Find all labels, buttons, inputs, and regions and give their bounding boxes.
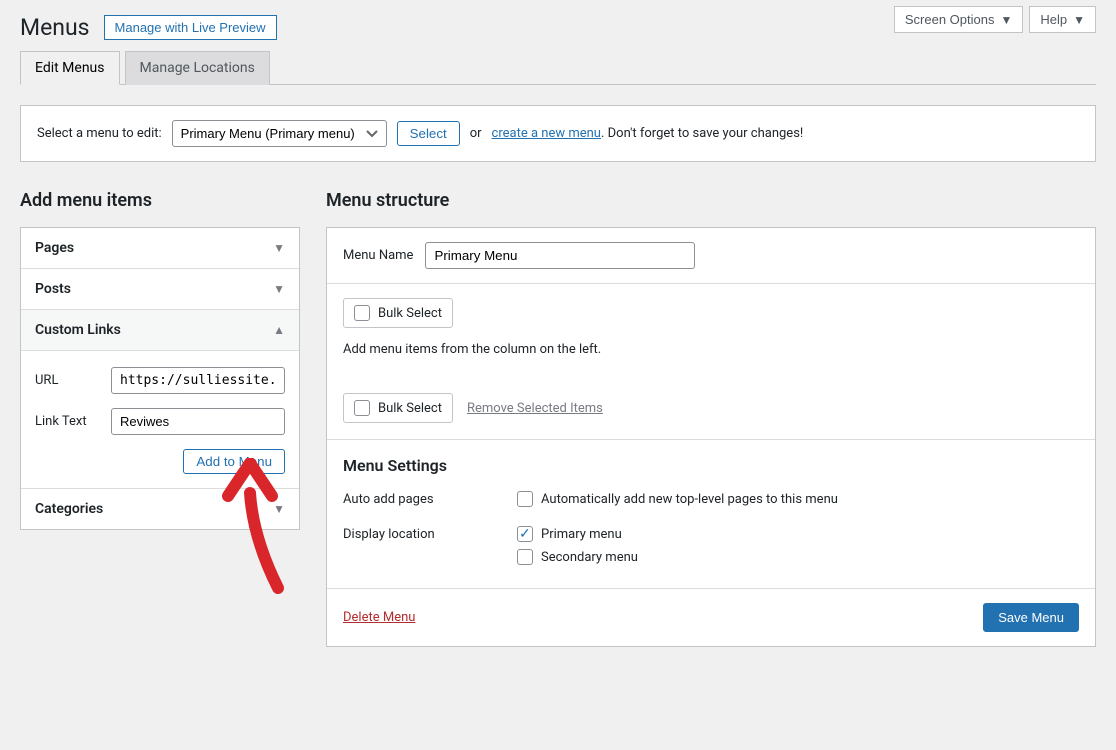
secondary-menu-checkbox[interactable] xyxy=(517,549,533,565)
bulk-select-label: Bulk Select xyxy=(378,306,442,321)
nav-tabs: Edit Menus Manage Locations xyxy=(20,51,1096,85)
accordion-categories-label: Categories xyxy=(35,501,103,517)
add-to-menu-button[interactable]: Add to Menu xyxy=(183,449,285,474)
auto-add-row: Auto add pages Automatically add new top… xyxy=(327,487,1095,522)
menu-settings-heading: Menu Settings xyxy=(327,440,1095,487)
primary-menu-label: Primary menu xyxy=(541,527,622,542)
custom-links-body: URL Link Text Add to Menu xyxy=(21,350,299,488)
bulk-select-checkbox-bottom[interactable] xyxy=(354,400,370,416)
chevron-down-icon: ▼ xyxy=(1073,13,1085,27)
link-text-input[interactable] xyxy=(111,408,285,435)
auto-add-label: Auto add pages xyxy=(343,491,517,514)
url-label: URL xyxy=(35,373,111,388)
auto-add-check-row[interactable]: Automatically add new top-level pages to… xyxy=(517,491,1079,507)
chevron-down-icon: ▼ xyxy=(273,502,285,516)
accordion-posts[interactable]: Posts ▼ xyxy=(21,269,299,310)
remove-selected-link: Remove Selected Items xyxy=(467,401,603,416)
menu-structure-column: Menu structure Menu Name Bulk Select Add… xyxy=(326,190,1096,647)
tab-manage-locations[interactable]: Manage Locations xyxy=(125,51,270,85)
url-input[interactable] xyxy=(111,367,285,394)
menu-select-bar: Select a menu to edit: Primary Menu (Pri… xyxy=(20,105,1096,162)
secondary-menu-check-row[interactable]: Secondary menu xyxy=(517,549,1079,565)
bulk-select-bottom[interactable]: Bulk Select xyxy=(343,393,453,423)
page-title: Menus xyxy=(20,14,90,41)
menu-structure-heading: Menu structure xyxy=(326,190,1096,211)
add-menu-items-heading: Add menu items xyxy=(20,190,300,211)
accordion-categories[interactable]: Categories ▼ xyxy=(21,489,299,529)
primary-menu-checkbox[interactable] xyxy=(517,526,533,542)
tab-edit-menus[interactable]: Edit Menus xyxy=(20,51,120,85)
chevron-down-icon: ▼ xyxy=(273,241,285,255)
screen-options-label: Screen Options xyxy=(905,12,995,27)
create-new-menu-link[interactable]: create a new menu xyxy=(492,126,601,141)
add-menu-items-column: Add menu items Pages ▼ Posts ▼ Custom Li… xyxy=(20,190,300,647)
menu-name-input[interactable] xyxy=(425,242,695,269)
chevron-down-icon: ▼ xyxy=(1000,13,1012,27)
display-location-label: Display location xyxy=(343,526,517,572)
bulk-select-checkbox[interactable] xyxy=(354,305,370,321)
display-location-row: Display location Primary menu Secondary … xyxy=(327,522,1095,588)
accordion-pages[interactable]: Pages ▼ xyxy=(21,228,299,269)
top-actions: Screen Options ▼ Help ▼ xyxy=(894,6,1096,33)
menu-name-label: Menu Name xyxy=(343,248,413,263)
link-text-label: Link Text xyxy=(35,414,111,429)
bulk-bar-top: Bulk Select xyxy=(327,284,1095,336)
secondary-menu-label: Secondary menu xyxy=(541,550,638,565)
url-row: URL xyxy=(35,367,285,394)
accordion-custom-links: Custom Links ▲ URL Link Text Add to Menu xyxy=(21,310,299,489)
help-label: Help xyxy=(1040,12,1067,27)
accordion-pages-label: Pages xyxy=(35,240,74,256)
live-preview-button[interactable]: Manage with Live Preview xyxy=(104,15,277,40)
save-reminder: . Don't forget to save your changes! xyxy=(601,126,803,141)
accordion-custom-links-header[interactable]: Custom Links ▲ xyxy=(21,310,299,350)
instructions-text: Add menu items from the column on the le… xyxy=(327,336,1095,379)
link-text-row: Link Text xyxy=(35,408,285,435)
select-menu-label: Select a menu to edit: xyxy=(37,126,162,141)
panel-footer: Delete Menu Save Menu xyxy=(327,588,1095,646)
accordion-posts-label: Posts xyxy=(35,281,71,297)
save-menu-button[interactable]: Save Menu xyxy=(983,603,1079,632)
accordion-custom-links-label: Custom Links xyxy=(35,322,121,338)
screen-options-button[interactable]: Screen Options ▼ xyxy=(894,6,1024,33)
bulk-select-top[interactable]: Bulk Select xyxy=(343,298,453,328)
chevron-down-icon: ▼ xyxy=(273,282,285,296)
auto-add-checkbox[interactable] xyxy=(517,491,533,507)
bulk-select-label-bottom: Bulk Select xyxy=(378,401,442,416)
primary-menu-check-row[interactable]: Primary menu xyxy=(517,526,1079,542)
select-button[interactable]: Select xyxy=(397,121,460,146)
auto-add-check-label: Automatically add new top-level pages to… xyxy=(541,492,838,507)
menu-name-row: Menu Name xyxy=(327,228,1095,284)
delete-menu-link[interactable]: Delete Menu xyxy=(343,610,415,625)
bulk-bar-bottom: Bulk Select Remove Selected Items xyxy=(327,379,1095,439)
menu-select[interactable]: Primary Menu (Primary menu) xyxy=(172,120,387,147)
help-button[interactable]: Help ▼ xyxy=(1029,6,1096,33)
or-text: or xyxy=(470,126,482,141)
menu-edit-panel: Menu Name Bulk Select Add menu items fro… xyxy=(326,227,1096,647)
accordion: Pages ▼ Posts ▼ Custom Links ▲ URL xyxy=(20,227,300,530)
chevron-up-icon: ▲ xyxy=(273,323,285,337)
